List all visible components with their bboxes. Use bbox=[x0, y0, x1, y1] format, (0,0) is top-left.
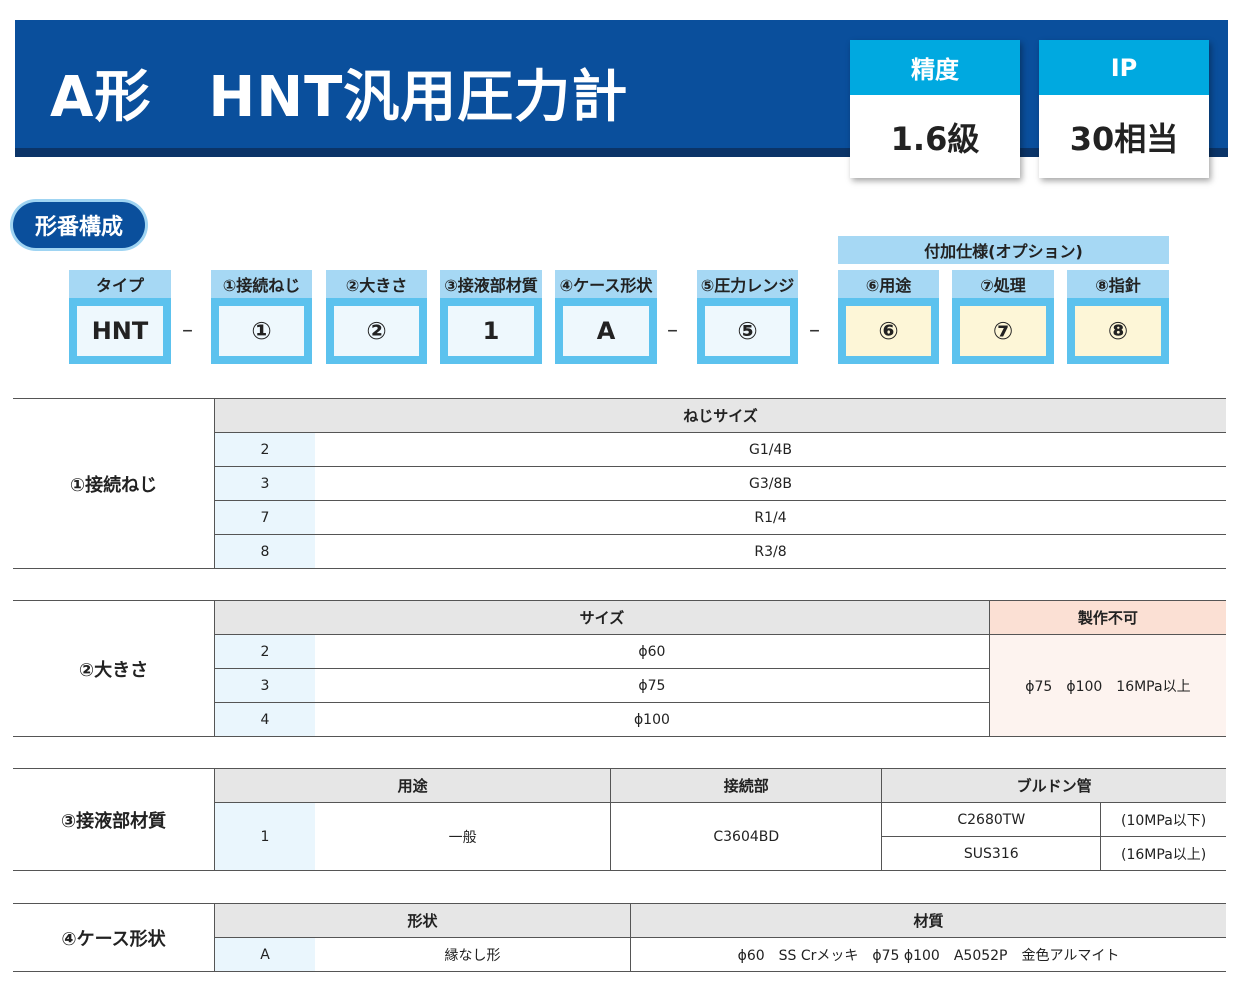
code-box-range: ⑤ bbox=[697, 298, 798, 364]
value-cell: R3/8 bbox=[315, 534, 1226, 569]
spec-card-accuracy: 精度 1.6級 bbox=[850, 40, 1020, 178]
option-band: 付加仕様(オプション) bbox=[838, 236, 1169, 264]
column-header: 接続部 bbox=[610, 768, 882, 803]
tube-note-cell: (16MPa以上) bbox=[1100, 836, 1226, 871]
table-wetted-material: ③接液部材質 用途 接続部 ブルドン管 1 一般 C3604BD C2680TW… bbox=[13, 768, 1226, 871]
column-header: 材質 bbox=[629, 903, 1226, 938]
table-case-shape: ④ケース形状 形状 材質 A 縁なし形 ϕ60 SS Crメッキ ϕ75 ϕ10… bbox=[13, 903, 1226, 972]
code-box-material: 1 bbox=[440, 298, 542, 364]
code-dash: – bbox=[667, 318, 678, 343]
code-value: ① bbox=[219, 306, 304, 356]
value-cell: ϕ100 bbox=[315, 702, 990, 737]
code-head-treatment: ⑦処理 bbox=[952, 270, 1054, 298]
column-header: ブルドン管 bbox=[881, 768, 1226, 803]
shape-cell: 縁なし形 bbox=[315, 937, 631, 972]
code-dash: – bbox=[809, 318, 820, 343]
code-value: ⑤ bbox=[705, 306, 790, 356]
tube-material-cell: SUS316 bbox=[881, 836, 1101, 871]
code-head-material: ③接液部材質 bbox=[440, 270, 542, 298]
code-head-case: ④ケース形状 bbox=[555, 270, 657, 298]
row-label: ③接液部材質 bbox=[13, 768, 215, 871]
code-value: ② bbox=[334, 306, 419, 356]
code-cell: 3 bbox=[214, 668, 315, 703]
code-head-thread: ①接続ねじ bbox=[211, 270, 312, 298]
code-box-treatment: ⑦ bbox=[952, 298, 1054, 364]
code-cell: 8 bbox=[214, 534, 315, 569]
code-box-use: ⑥ bbox=[838, 298, 939, 364]
column-header: ねじサイズ bbox=[214, 398, 1226, 433]
code-head-use: ⑥用途 bbox=[838, 270, 939, 298]
code-box-size: ② bbox=[326, 298, 427, 364]
spec-card-value: 30相当 bbox=[1069, 119, 1179, 158]
table-thread: ①接続ねじ ねじサイズ 2 G1/4B 3 G3/8B 7 R1/4 8 R3/… bbox=[13, 398, 1226, 569]
code-cell: 2 bbox=[214, 432, 315, 467]
column-header: サイズ bbox=[214, 600, 990, 635]
row-label: ④ケース形状 bbox=[13, 903, 215, 972]
spec-card-value: 1.6級 bbox=[890, 119, 980, 158]
code-box-pointer: ⑧ bbox=[1067, 298, 1169, 364]
value-cell: ϕ60 bbox=[315, 634, 990, 669]
code-value: HNT bbox=[77, 306, 163, 356]
code-dash: – bbox=[182, 318, 193, 343]
code-box-thread: ① bbox=[211, 298, 312, 364]
value-cell: G1/4B bbox=[315, 432, 1226, 467]
code-cell: 3 bbox=[214, 466, 315, 501]
ng-value: ϕ75 ϕ100 16MPa以上 bbox=[988, 634, 1226, 737]
column-header: 用途 bbox=[214, 768, 611, 803]
row-label: ①接続ねじ bbox=[13, 398, 215, 569]
spec-card-label: IP bbox=[1039, 40, 1209, 95]
code-value: A bbox=[563, 306, 649, 356]
code-head-pointer: ⑧指針 bbox=[1067, 270, 1169, 298]
code-value: 1 bbox=[448, 306, 534, 356]
value-cell: R1/4 bbox=[315, 500, 1226, 535]
joint-cell: C3604BD bbox=[610, 802, 882, 871]
row-label: ②大きさ bbox=[13, 600, 215, 737]
section-title: 形番構成 bbox=[13, 202, 145, 248]
spec-card-label: 精度 bbox=[850, 40, 1020, 95]
value-cell: ϕ75 bbox=[315, 668, 990, 703]
code-value: ⑧ bbox=[1075, 306, 1161, 356]
code-cell: 1 bbox=[214, 802, 315, 871]
material-cell: ϕ60 SS Crメッキ ϕ75 ϕ100 A5052P 金色アルマイト bbox=[629, 937, 1226, 972]
code-cell: 7 bbox=[214, 500, 315, 535]
column-header: 形状 bbox=[214, 903, 631, 938]
value-cell: G3/8B bbox=[315, 466, 1226, 501]
code-value: ⑦ bbox=[960, 306, 1046, 356]
ng-header: 製作不可 bbox=[988, 600, 1226, 635]
page-title: A形 HNT汎用圧力計 bbox=[50, 65, 629, 130]
use-cell: 一般 bbox=[315, 802, 611, 871]
code-value: ⑥ bbox=[846, 306, 931, 356]
tube-note-cell: (10MPa以下) bbox=[1100, 802, 1226, 837]
code-cell: 4 bbox=[214, 702, 315, 737]
code-head-range: ⑤圧力レンジ bbox=[697, 270, 798, 298]
spec-card-ip: IP 30相当 bbox=[1039, 40, 1209, 178]
code-box-case: A bbox=[555, 298, 657, 364]
tube-material-cell: C2680TW bbox=[881, 802, 1101, 837]
code-cell: 2 bbox=[214, 634, 315, 669]
code-head-size: ②大きさ bbox=[326, 270, 427, 298]
table-size: ②大きさ サイズ 製作不可 2 ϕ60 ϕ75 ϕ100 16MPa以上 3 ϕ… bbox=[13, 600, 1226, 737]
code-head-type: タイプ bbox=[69, 270, 171, 298]
code-box-type: HNT bbox=[69, 298, 171, 364]
code-cell: A bbox=[214, 937, 315, 972]
